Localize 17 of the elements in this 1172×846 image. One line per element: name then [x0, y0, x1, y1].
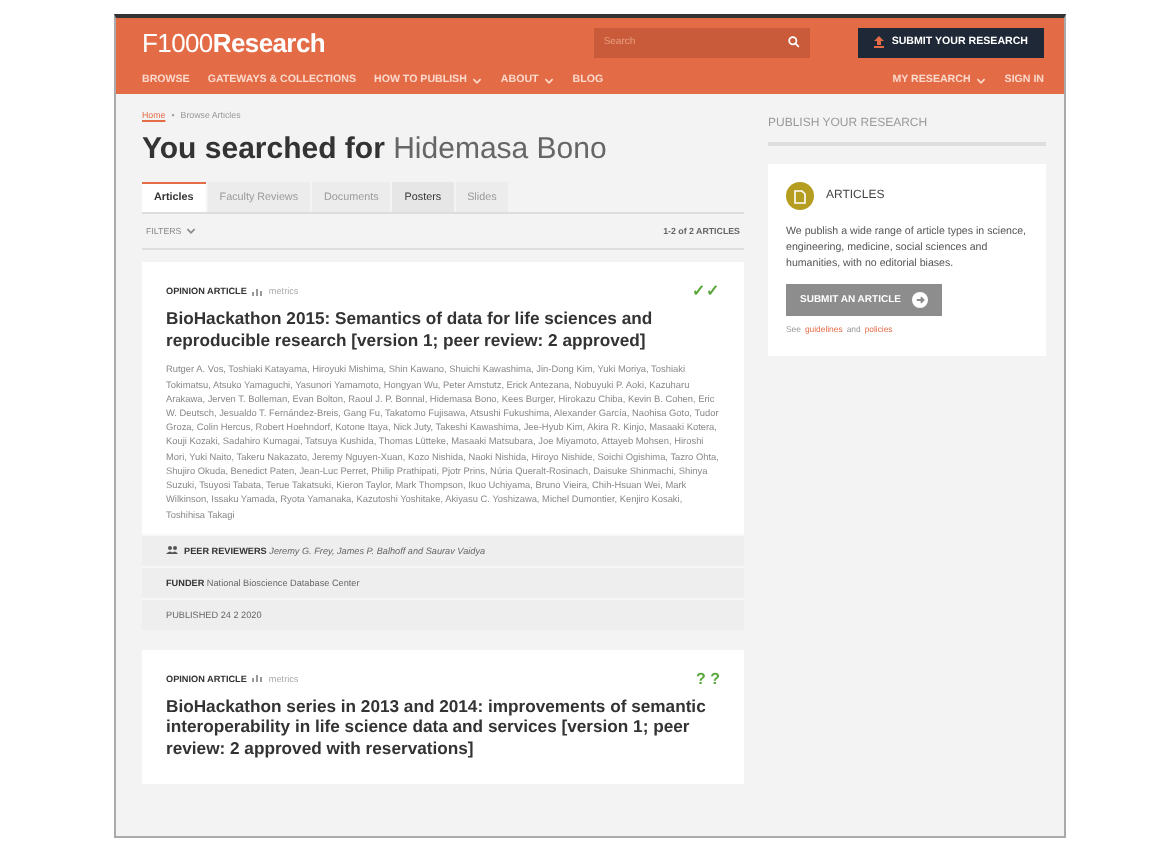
article-title[interactable]: BioHackathon 2015: Semantics of data for life sciences and reproducible research [version 1; peer review: 2 approved] [166, 308, 720, 351]
caret-icon [185, 228, 196, 234]
logo[interactable]: F1000Research [142, 27, 326, 57]
people-icon [166, 546, 178, 555]
arrow-circle-icon [912, 292, 929, 308]
review-status: ✓✓ [692, 282, 720, 300]
search-icon [787, 36, 800, 48]
article-title[interactable]: BioHackathon series in 2013 and 2014: improvements of semantic interoperability in life science data and services [version 1; peer review: 2 approved with reservations] [166, 695, 720, 760]
review-status: ? ? [696, 669, 720, 688]
document-icon [786, 182, 814, 210]
caret-icon [472, 77, 483, 83]
page-heading: You searched for Hidemasa Bono [142, 132, 609, 166]
bar-chart-icon [252, 674, 263, 683]
bar-chart-icon [252, 287, 263, 295]
caret-icon [976, 77, 987, 83]
upload-icon [873, 36, 884, 48]
caret-icon [544, 77, 555, 83]
